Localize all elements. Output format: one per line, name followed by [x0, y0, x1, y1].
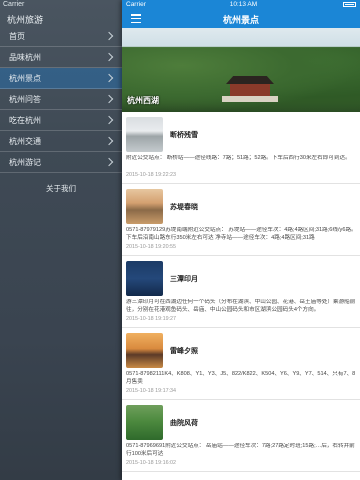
item-date: 2015-10-18 19:16:02	[126, 460, 177, 466]
clock: 10:13 AM	[229, 1, 258, 8]
chevron-right-icon	[104, 157, 114, 167]
sidebar-status-bar: Carrier	[0, 0, 122, 10]
sidebar-item-taste-hangzhou[interactable]: 品味杭州	[0, 47, 122, 68]
hamburger-menu-icon[interactable]	[131, 14, 141, 24]
sidebar-item-travel-notes[interactable]: 杭州游记	[0, 152, 122, 173]
chevron-right-icon	[104, 94, 114, 104]
thumbnail-image	[126, 405, 163, 440]
thumbnail-image	[126, 117, 163, 152]
thumbnail-image	[126, 189, 163, 224]
chevron-right-icon	[104, 136, 114, 146]
pavilion-illustration	[220, 76, 280, 102]
hero-banner[interactable]: 杭州西湖	[122, 28, 360, 112]
sidebar-item-label: 杭州交通	[9, 136, 41, 146]
thumbnail-image	[126, 333, 163, 368]
carrier-label: Carrier	[3, 1, 25, 8]
list-item[interactable]: 雷峰夕照 0571-87982111K4、K808、Y1、Y3、J5、822/K…	[122, 328, 360, 400]
sidebar-item-transport[interactable]: 杭州交通	[0, 131, 122, 152]
hero-label: 杭州西湖	[127, 96, 159, 105]
list-item[interactable]: 曲院风荷 0571-87969691附近公交站点： 岳庙站——途径车次：7路;2…	[122, 400, 360, 472]
list-item[interactable]: 苏堤春晓 0571-87979129苏堤南端附近公交站点： 苏堤站——途径车次：…	[122, 184, 360, 256]
battery-icon	[341, 1, 356, 9]
sidebar-item-home[interactable]: 首页	[0, 26, 122, 47]
sidebar-item-label: 首页	[9, 31, 25, 41]
status-bar: Carrier 10:13 AM	[122, 0, 360, 10]
chevron-right-icon	[104, 73, 114, 83]
item-description: 附近公交站点： 断桥站——途径线路：7路；51路；52路。下车后西行30米左右即…	[126, 155, 351, 161]
carrier-label: Carrier	[126, 1, 146, 8]
list-item[interactable]: 断桥残雪 附近公交站点： 断桥站——途径线路：7路；51路；52路。下车后西行3…	[122, 112, 360, 184]
sidebar-item-food[interactable]: 吃在杭州	[0, 110, 122, 131]
item-description: 0571-87979129苏堤南端附近公交站点： 苏堤站——途径车次：4路;4路…	[126, 227, 357, 241]
chevron-right-icon	[104, 31, 114, 41]
sidebar-item-label: 杭州游记	[9, 157, 41, 167]
item-description: 0571-87982111K4、K808、Y1、Y3、J5、822/K822、K…	[126, 371, 356, 385]
sidebar-item-attractions[interactable]: 杭州景点	[0, 68, 122, 89]
sidebar-item-label: 杭州景点	[9, 73, 41, 83]
chevron-right-icon	[104, 115, 114, 125]
item-title: 曲院风荷	[170, 419, 198, 427]
page-title: 杭州景点	[222, 14, 259, 25]
item-date: 2015-10-18 19:22:23	[126, 172, 177, 178]
item-title: 苏堤春晓	[170, 203, 198, 211]
main-panel: Carrier 10:13 AM 杭州景点 杭州西湖 断桥残雪 附近公交站点： …	[122, 0, 360, 480]
item-title: 三潭印月	[170, 275, 198, 283]
sidebar-item-label: 杭州问答	[9, 94, 41, 104]
item-title: 雷峰夕照	[170, 347, 198, 355]
about-us-link[interactable]: 关于我们	[0, 183, 122, 194]
thumbnail-image	[126, 261, 163, 296]
sidebar-item-label: 吃在杭州	[9, 115, 41, 125]
item-date: 2015-10-18 19:19:27	[126, 316, 177, 322]
item-description: 0571-87969691附近公交站点： 岳庙站——途径车次：7路;27路定时班…	[126, 443, 355, 457]
chevron-right-icon	[104, 52, 114, 62]
list-item[interactable]: 三潭印月 游三潭印月可在西湖边任何一个码头（分布在湖滨、中山公园、花港、岳王庙等…	[122, 256, 360, 328]
sidebar-item-qa[interactable]: 杭州问答	[0, 89, 122, 110]
item-date: 2015-10-18 19:17:34	[126, 388, 177, 394]
item-description: 游三潭印月可在西湖边任何一个码头（分布在湖滨、中山公园、花港、岳王庙等处）乘游船…	[126, 299, 356, 313]
nav-bar: Carrier 10:13 AM 杭州景点	[122, 0, 360, 28]
sidebar-title: 杭州旅游	[7, 15, 44, 25]
sidebar: Carrier 杭州旅游 首页 品味杭州 杭州景点 杭州问答 吃在杭州 杭州交通…	[0, 0, 122, 480]
item-date: 2015-10-18 19:20:55	[126, 244, 177, 250]
sidebar-item-label: 品味杭州	[9, 52, 41, 62]
item-title: 断桥残雪	[170, 131, 198, 139]
